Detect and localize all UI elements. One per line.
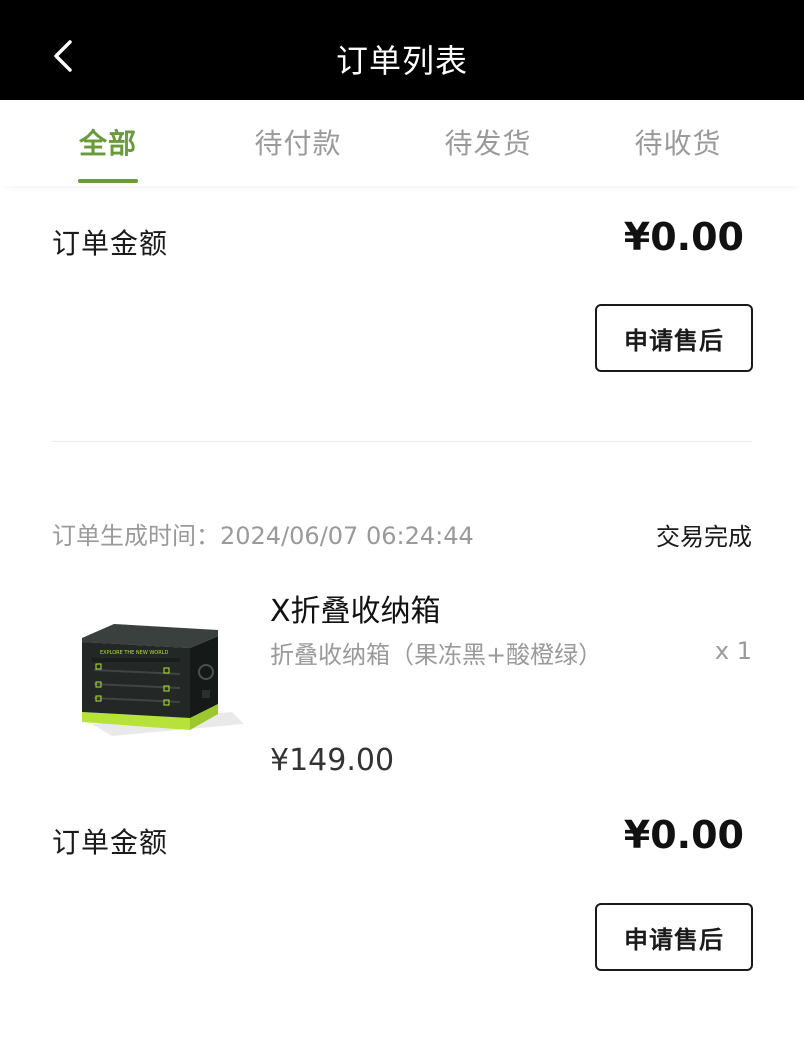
tab-pending-receipt[interactable]: 待收货 bbox=[583, 122, 773, 162]
product-price: ¥149.00 bbox=[270, 743, 395, 778]
order-amount-label: 订单金额 bbox=[52, 227, 169, 260]
order-status: 交易完成 bbox=[656, 523, 752, 551]
after-sale-button[interactable]: 申请售后 bbox=[595, 903, 753, 971]
svg-text:EXPLORE THE NEW WORLD: EXPLORE THE NEW WORLD bbox=[100, 650, 168, 656]
order-time-label: 订单生成时间： bbox=[52, 522, 220, 550]
page-title: 订单列表 bbox=[335, 42, 468, 80]
after-sale-button[interactable]: 申请售后 bbox=[595, 304, 753, 372]
tab-pending-payment[interactable]: 待付款 bbox=[203, 122, 393, 162]
order-divider bbox=[52, 441, 752, 442]
order-time-value: 2024/06/07 06:24:44 bbox=[220, 522, 474, 550]
active-tab-indicator bbox=[78, 179, 138, 183]
folding-storage-box-image[interactable]: EXPLORE THE NEW WORLD bbox=[72, 612, 250, 744]
tab-pending-shipment[interactable]: 待发货 bbox=[393, 122, 583, 162]
order-time: 订单生成时间：2024/06/07 06:24:44 bbox=[52, 516, 474, 551]
product-quantity: x 1 bbox=[714, 637, 752, 665]
product-spec: 折叠收纳箱（果冻黑+酸橙绿） bbox=[270, 641, 603, 669]
order-amount-value: ¥0.00 bbox=[623, 813, 744, 857]
top-bar: 订单列表 bbox=[0, 0, 804, 100]
product-name[interactable]: X折叠收纳箱 bbox=[270, 586, 441, 630]
tab-all[interactable]: 全部 bbox=[13, 122, 203, 162]
order-amount-value: ¥0.00 bbox=[623, 215, 744, 259]
order-amount-label: 订单金额 bbox=[52, 826, 169, 859]
order-tabs: 全部 待付款 待发货 待收货 bbox=[0, 100, 804, 186]
